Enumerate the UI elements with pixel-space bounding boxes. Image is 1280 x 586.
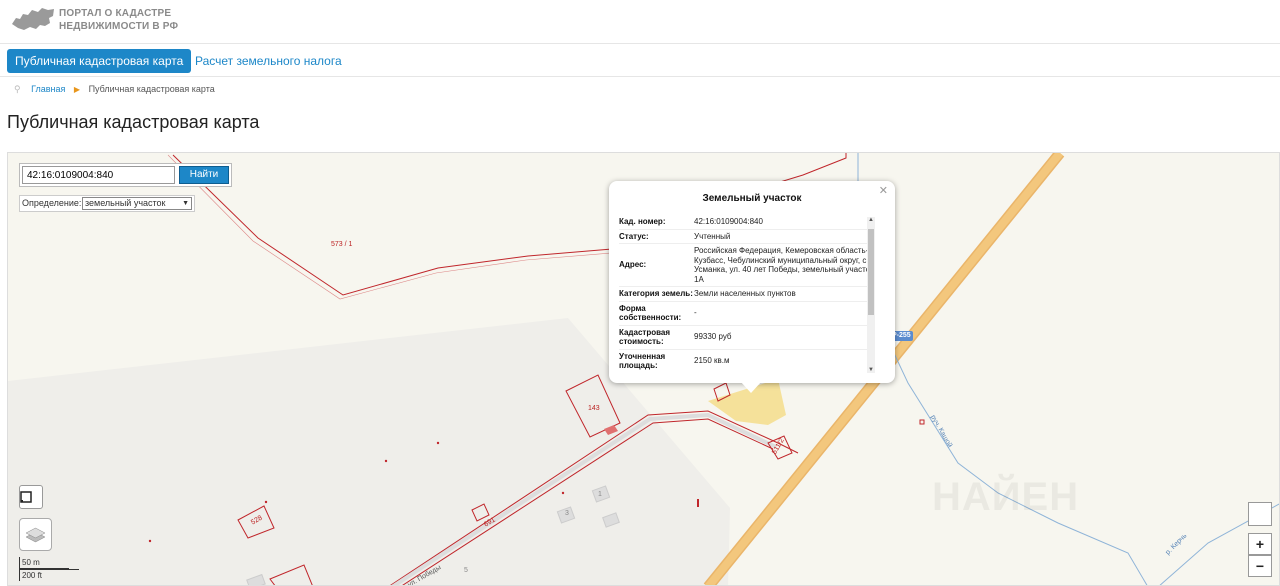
building-label-1: 1	[598, 491, 602, 498]
scale-imperial: 200 ft	[19, 569, 79, 581]
popup-scrollbar[interactable]: ▲ ▼	[867, 217, 875, 373]
scale-bar: 50 m 200 ft	[19, 557, 79, 581]
popup-row: Форма собственности: -	[619, 302, 875, 326]
site-header: ПОРТАЛ О КАДАСТРЕ НЕДВИЖИМОСТИ В РФ	[0, 0, 1280, 44]
row-key: Статус:	[619, 231, 649, 241]
parcel-label-573: 573 / 1	[331, 241, 353, 248]
scrollbar-thumb[interactable]	[868, 229, 874, 315]
popup-pointer	[740, 381, 762, 393]
fullscreen-button[interactable]	[19, 485, 43, 509]
parcel-line-inner	[167, 154, 649, 300]
row-key: Кадастровая стоимость:	[619, 327, 671, 347]
russia-map-icon[interactable]	[10, 4, 56, 34]
layers-icon	[25, 527, 46, 543]
popup-row: Уточненная площадь: 2150 кв.м	[619, 350, 875, 372]
row-key: Категория земель:	[619, 289, 693, 298]
logo-line-2: НЕДВИЖИМОСТИ В РФ	[59, 21, 179, 32]
building-label-5: 5	[464, 567, 468, 574]
row-value: Российская Федерация, Кемеровская област…	[694, 246, 874, 284]
definition-value: земельный участок	[85, 198, 166, 208]
row-value: -	[694, 308, 697, 318]
popup-row: Кадастровая стоимость: 99330 руб	[619, 326, 875, 350]
logo-text[interactable]: ПОРТАЛ О КАДАСТРЕ НЕДВИЖИМОСТИ В РФ	[59, 7, 178, 33]
row-value: 2150 кв.м	[694, 356, 730, 366]
definition-select[interactable]: земельный участок ▼	[82, 197, 192, 210]
parcel-info-popup: ✕ Земельный участок Кад. номер: 42:16:010…	[609, 181, 895, 393]
popup-row: Кад. номер: 42:16:0109004:840	[619, 215, 875, 230]
scale-metric: 50 m	[19, 557, 69, 569]
location-pin-icon: ⚲	[14, 84, 21, 94]
popup-row: Категория земель: Земли населенных пункто…	[619, 287, 875, 302]
map-point	[436, 441, 440, 445]
cadastral-number-input[interactable]	[22, 166, 175, 184]
creek	[891, 348, 1148, 585]
breadcrumb-arrow-icon: ▶	[73, 85, 81, 94]
scroll-up-icon[interactable]: ▲	[867, 217, 875, 223]
layers-button[interactable]	[19, 518, 52, 551]
popup-table: Кад. номер: 42:16:0109004:840 Статус: Учте…	[619, 215, 875, 371]
map-search: Найти	[19, 163, 232, 187]
row-value: 99330 руб	[694, 332, 732, 342]
zoom-out-button[interactable]: −	[1248, 555, 1272, 577]
breadcrumb: ⚲ Главная ▶ Публичная кадастровая карта	[14, 84, 215, 95]
map-point	[148, 539, 152, 543]
definition-label: Определение:	[22, 198, 82, 208]
map-point	[264, 500, 268, 504]
chevron-down-icon: ▼	[182, 200, 189, 207]
row-value: 42:16:0109004:840	[694, 217, 763, 226]
find-button[interactable]: Найти	[179, 166, 229, 184]
nav-land-tax[interactable]: Расчет земельного налога	[187, 49, 350, 73]
page-title: Публичная кадастровая карта	[7, 112, 260, 132]
frame-icon	[20, 491, 32, 503]
logo-line-1: ПОРТАЛ О КАДАСТРЕ	[59, 8, 172, 19]
zoom-in-button[interactable]: +	[1248, 533, 1272, 555]
map-mark	[919, 419, 925, 425]
row-key: Адрес:	[619, 260, 647, 270]
popup-row: Статус: Учтенный	[619, 230, 875, 244]
map-point	[561, 491, 565, 495]
breadcrumb-current: Публичная кадастровая карта	[88, 84, 215, 94]
row-key: Кад. номер:	[619, 217, 666, 226]
nav-cadastral-map[interactable]: Публичная кадастровая карта	[7, 49, 192, 73]
scroll-down-icon[interactable]: ▼	[867, 367, 875, 373]
row-key: Форма собственности:	[619, 303, 682, 323]
blank-control-button[interactable]	[1248, 502, 1272, 526]
building-label-3: 3	[565, 510, 569, 517]
definition-row: Определение: земельный участок ▼	[19, 195, 195, 212]
parcel-label-143: 143	[588, 405, 600, 412]
row-value: Учтенный	[694, 231, 731, 241]
cadastral-map[interactable]: 573 / 1 143 528 691 511/2 3 1 5 ул. Побе…	[7, 152, 1280, 586]
breadcrumb-home[interactable]: Главная	[31, 84, 65, 94]
popup-row: Адрес: Российская Федерация, Кемеровская …	[619, 244, 875, 287]
watermark-logo: НАЙЕН	[932, 475, 1080, 519]
row-value: Земли населенных пунктов	[694, 289, 796, 298]
map-point	[384, 459, 388, 463]
row-key: Уточненная площадь:	[619, 351, 666, 371]
popup-title: Земельный участок	[702, 193, 802, 204]
main-nav: Публичная кадастровая карта Расчет земел…	[0, 45, 1280, 77]
